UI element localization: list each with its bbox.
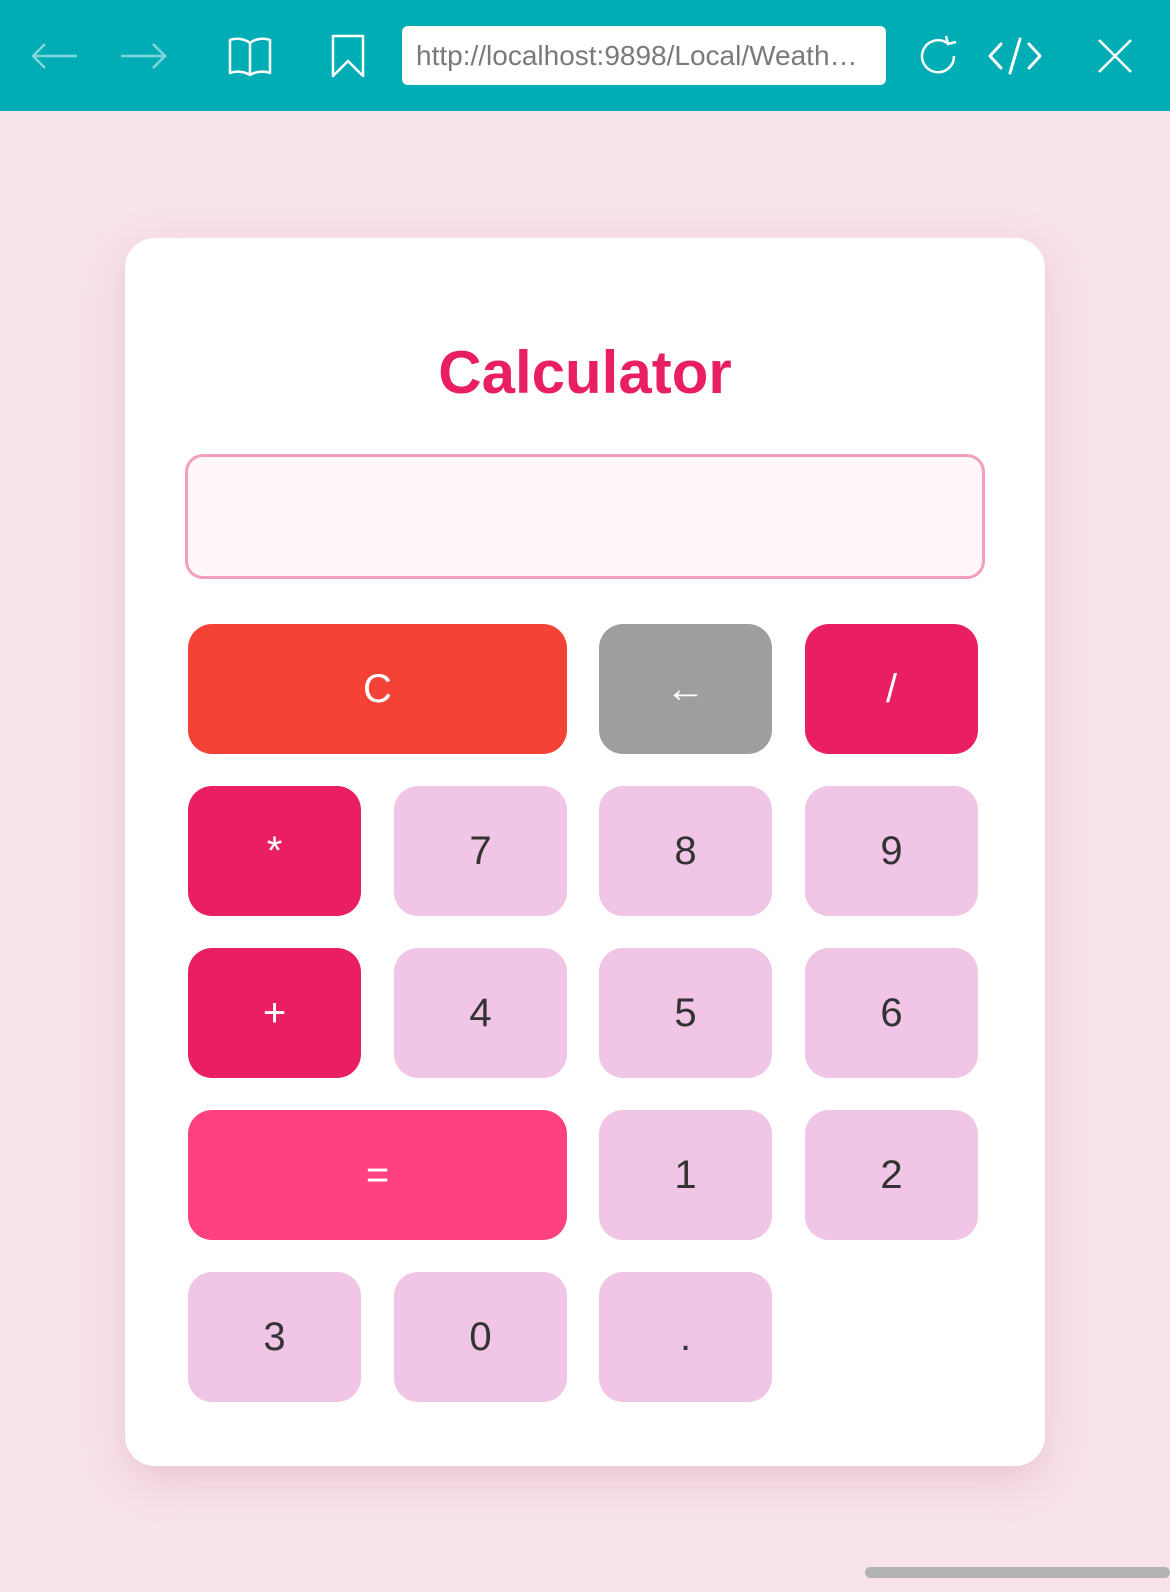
backspace-button[interactable]: ← [599, 624, 772, 754]
reload-icon[interactable] [910, 28, 966, 84]
plus-button[interactable]: + [188, 948, 361, 1078]
arrow-right-icon[interactable] [116, 28, 172, 84]
decimal-point-button[interactable]: . [599, 1272, 772, 1402]
calculator-title: Calculator [438, 339, 732, 406]
digit-2-button[interactable]: 2 [805, 1110, 978, 1240]
digit-5-button[interactable]: 5 [599, 948, 772, 1078]
equals-button[interactable]: = [188, 1110, 567, 1240]
bookmark-icon[interactable] [320, 28, 376, 84]
code-icon[interactable] [987, 28, 1043, 84]
digit-8-button[interactable]: 8 [599, 786, 772, 916]
close-icon[interactable] [1087, 28, 1143, 84]
arrow-left-icon[interactable] [26, 28, 82, 84]
url-bar[interactable]: http://localhost:9898/Local/Weath… [402, 26, 886, 85]
divide-button[interactable]: / [805, 624, 978, 754]
digit-6-button[interactable]: 6 [805, 948, 978, 1078]
calculator-card: Calculator C ← / * 7 8 9 + 4 5 6 = 1 2 3… [125, 238, 1045, 1466]
digit-4-button[interactable]: 4 [394, 948, 567, 1078]
digit-3-button[interactable]: 3 [188, 1272, 361, 1402]
horizontal-scrollbar[interactable] [865, 1567, 1170, 1578]
digit-1-button[interactable]: 1 [599, 1110, 772, 1240]
digit-9-button[interactable]: 9 [805, 786, 978, 916]
book-icon[interactable] [222, 28, 278, 84]
digit-7-button[interactable]: 7 [394, 786, 567, 916]
clear-button[interactable]: C [188, 624, 567, 754]
browser-toolbar: http://localhost:9898/Local/Weath… [0, 0, 1170, 111]
multiply-button[interactable]: * [188, 786, 361, 916]
calculator-display[interactable] [185, 454, 985, 579]
digit-0-button[interactable]: 0 [394, 1272, 567, 1402]
